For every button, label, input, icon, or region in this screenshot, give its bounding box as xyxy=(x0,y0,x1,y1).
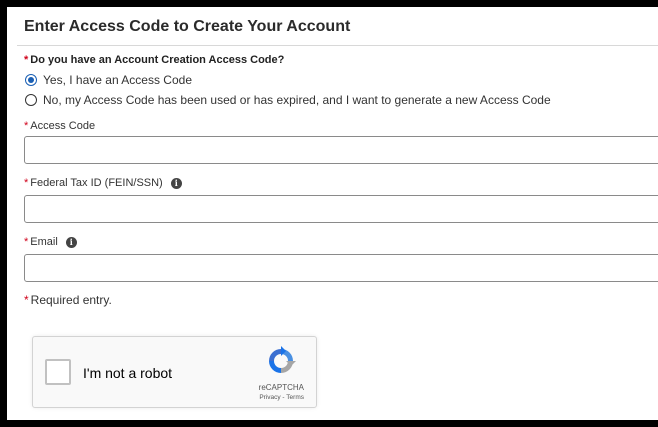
account-form-panel: Enter Access Code to Create Your Account… xyxy=(7,7,658,420)
email-input[interactable] xyxy=(24,254,658,282)
page-title: Enter Access Code to Create Your Account xyxy=(24,18,351,35)
access-code-label: * Access Code xyxy=(24,120,95,132)
recaptcha-brand: reCAPTCHA xyxy=(258,383,304,392)
federal-tax-id-label: * Federal Tax ID (FEIN/SSN) i xyxy=(24,177,182,189)
required-marker: * xyxy=(24,54,29,66)
recaptcha-privacy-link[interactable]: Privacy xyxy=(259,394,280,401)
info-icon[interactable]: i xyxy=(170,177,182,189)
required-marker: * xyxy=(24,177,29,189)
required-marker: * xyxy=(24,120,29,132)
access-code-label-text: Access Code xyxy=(30,120,96,132)
email-label: * Email i xyxy=(24,236,77,248)
email-label-text: Email xyxy=(30,236,58,248)
radio-label-no: No, my Access Code has been used or has … xyxy=(43,93,551,107)
recaptcha-logo-icon xyxy=(269,346,296,373)
recaptcha-widget: I'm not a robot reCAPTCHA Privacy - Term… xyxy=(32,336,317,408)
recaptcha-terms-link[interactable]: Terms xyxy=(286,394,304,401)
access-code-input[interactable] xyxy=(24,136,658,164)
question-text: Do you have an Account Creation Access C… xyxy=(30,54,285,66)
required-marker: * xyxy=(24,293,29,307)
federal-tax-id-input[interactable] xyxy=(24,195,658,223)
recaptcha-links: Privacy - Terms xyxy=(259,394,304,401)
required-entry-note: * Required entry. xyxy=(24,293,112,307)
radio-button-yes[interactable] xyxy=(25,74,37,86)
radio-option-no[interactable]: No, my Access Code has been used or has … xyxy=(25,93,551,107)
info-icon[interactable]: i xyxy=(65,236,77,248)
recaptcha-checkbox[interactable] xyxy=(45,359,71,385)
federal-tax-id-label-text: Federal Tax ID (FEIN/SSN) xyxy=(30,177,163,189)
title-divider xyxy=(17,45,658,46)
radio-label-yes: Yes, I have an Access Code xyxy=(43,73,192,87)
access-code-question: * Do you have an Account Creation Access … xyxy=(24,54,284,66)
required-marker: * xyxy=(24,236,29,248)
recaptcha-label: I'm not a robot xyxy=(83,365,173,381)
required-note-text: Required entry. xyxy=(30,293,112,307)
radio-button-no[interactable] xyxy=(25,94,37,106)
radio-option-yes[interactable]: Yes, I have an Access Code xyxy=(25,73,192,87)
